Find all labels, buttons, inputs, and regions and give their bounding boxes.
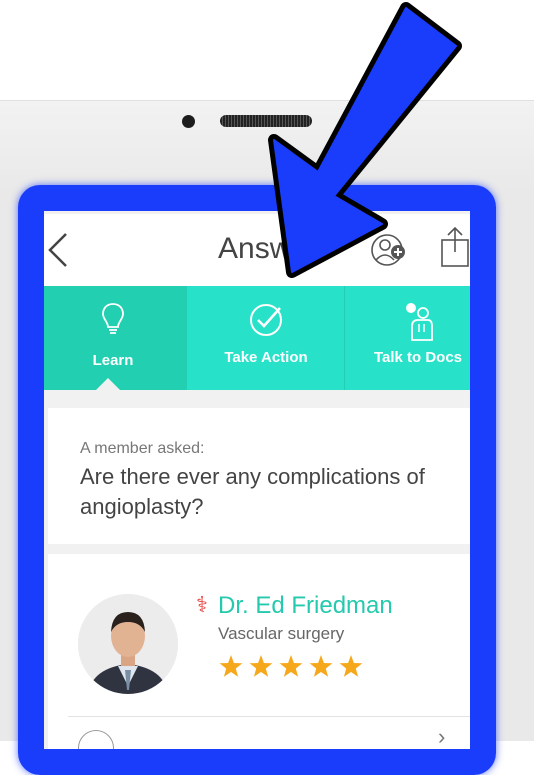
phone-bezel-top xyxy=(0,100,534,191)
phone-bezel-right xyxy=(490,190,534,741)
camera-icon xyxy=(182,115,195,128)
annotation-frame xyxy=(18,185,496,775)
speaker-grille xyxy=(220,115,312,127)
